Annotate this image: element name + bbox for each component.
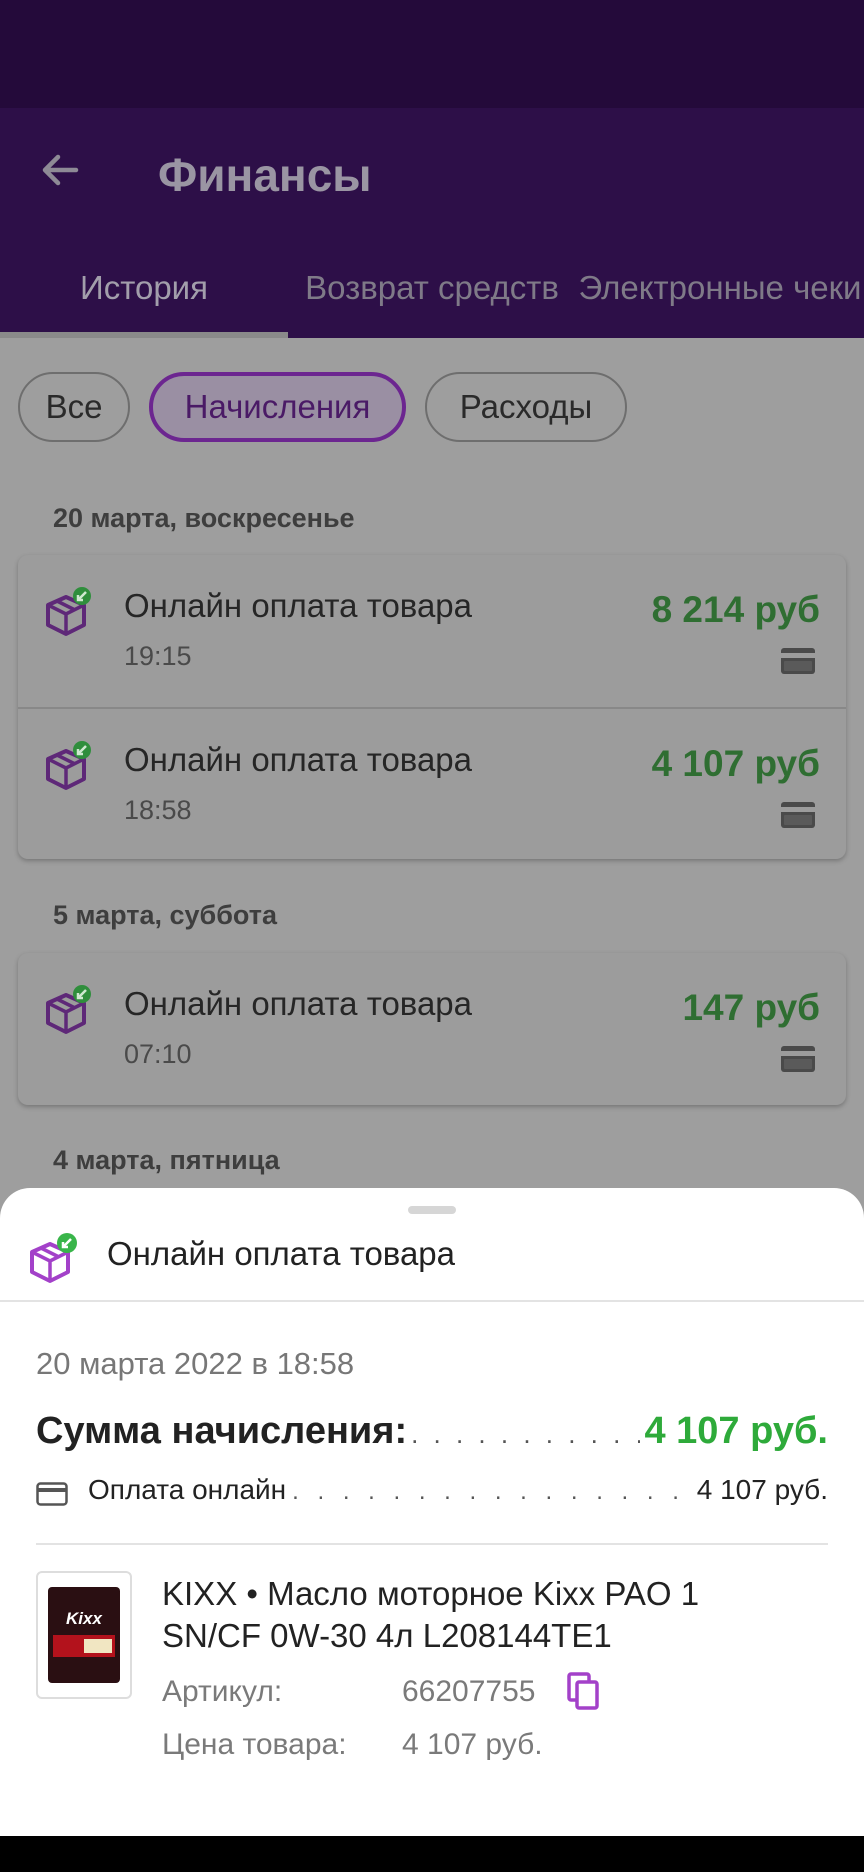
transaction-amount: 147 руб bbox=[682, 987, 820, 1028]
divider bbox=[36, 1543, 828, 1545]
sum-row: Сумма начисления: . . . . . . . . . . . … bbox=[36, 1410, 828, 1460]
oil-can-image: Kixx bbox=[48, 1587, 120, 1683]
payment-row: Оплата онлайн . . . . . . . . . . . . . … bbox=[36, 1474, 828, 1514]
sheet-title: Онлайн оплата товара bbox=[107, 1235, 456, 1272]
system-nav-bar bbox=[0, 1836, 864, 1872]
app-screen: Финансы История Возврат средств Электрон… bbox=[0, 0, 864, 1872]
date-header: 20 марта, воскресенье bbox=[53, 503, 355, 533]
page-title: Финансы bbox=[158, 149, 372, 201]
transaction-detail-sheet: Онлайн оплата товара 20 марта 2022 в 18:… bbox=[0, 1188, 864, 1836]
credit-card-icon bbox=[36, 1482, 68, 1506]
transaction-row[interactable]: Онлайн оплата товара 18:58 4 107 руб bbox=[18, 707, 846, 859]
tab-receipts[interactable]: Электронные чеки bbox=[576, 238, 864, 338]
transaction-amount: 8 214 руб bbox=[651, 589, 820, 630]
tab-bar: История Возврат средств Электронные чеки bbox=[0, 238, 864, 338]
date-header: 5 марта, суббота bbox=[53, 900, 277, 930]
tab-indicator bbox=[0, 332, 288, 338]
copy-icon[interactable] bbox=[566, 1672, 600, 1710]
app-bar: Финансы История Возврат средств Электрон… bbox=[0, 108, 864, 338]
credit-card-icon bbox=[781, 648, 815, 674]
arrow-left-icon bbox=[42, 154, 79, 186]
sum-value: 4 107 руб. bbox=[644, 1410, 828, 1452]
product-title: KIXX • Масло моторное Kixx PAO 1 SN/CF 0… bbox=[162, 1575, 700, 1654]
transaction-title: Онлайн оплата товара bbox=[124, 741, 473, 778]
article-value: 66207755 bbox=[402, 1675, 536, 1708]
product-image[interactable]: Kixx bbox=[36, 1571, 132, 1699]
package-incoming-icon bbox=[46, 587, 91, 636]
article-label: Артикул: bbox=[162, 1675, 283, 1708]
divider bbox=[0, 1300, 864, 1302]
payment-label: Оплата онлайн bbox=[88, 1474, 287, 1505]
payment-value: 4 107 руб. bbox=[696, 1474, 828, 1505]
status-bar bbox=[0, 0, 864, 108]
pack-label bbox=[84, 1639, 112, 1653]
chip-credits[interactable]: Начисления bbox=[149, 372, 406, 442]
transactions-card: Онлайн оплата товара 19:15 8 214 руб Онл… bbox=[18, 555, 846, 859]
date-header: 4 марта, пятница bbox=[53, 1145, 280, 1175]
sheet-drag-handle[interactable] bbox=[408, 1206, 456, 1214]
sum-label: Сумма начисления: bbox=[36, 1410, 408, 1452]
dot-leader: . . . . . . . . . . . . . . . . . . . . … bbox=[411, 1419, 640, 1449]
tab-refunds[interactable]: Возврат средств bbox=[288, 238, 576, 338]
transaction-title: Онлайн оплата товара bbox=[124, 985, 473, 1022]
pack-brand: Kixx bbox=[66, 1609, 102, 1628]
back-button[interactable] bbox=[36, 146, 84, 194]
chip-expenses[interactable]: Расходы bbox=[425, 372, 627, 442]
transaction-row[interactable]: Онлайн оплата товара 07:10 147 руб bbox=[18, 953, 846, 1105]
package-incoming-icon bbox=[46, 985, 91, 1034]
chip-all[interactable]: Все bbox=[18, 372, 130, 442]
transaction-title: Онлайн оплата товара bbox=[124, 587, 473, 624]
transaction-amount: 4 107 руб bbox=[651, 743, 820, 784]
package-incoming-icon bbox=[30, 1233, 77, 1283]
package-incoming-icon bbox=[46, 741, 91, 790]
price-value: 4 107 руб. bbox=[402, 1728, 543, 1761]
transaction-row[interactable]: Онлайн оплата товара 19:15 8 214 руб bbox=[18, 555, 846, 707]
transaction-time: 07:10 bbox=[124, 1039, 192, 1069]
credit-card-icon bbox=[781, 802, 815, 828]
transaction-time: 18:58 bbox=[124, 795, 192, 825]
tab-history[interactable]: История bbox=[0, 238, 288, 338]
transaction-datetime: 20 марта 2022 в 18:58 bbox=[36, 1346, 355, 1381]
dot-leader: . . . . . . . . . . . . . . . . . . . . … bbox=[292, 1478, 691, 1505]
transactions-card: Онлайн оплата товара 07:10 147 руб bbox=[18, 953, 846, 1105]
credit-card-icon bbox=[781, 1046, 815, 1072]
price-label: Цена товара: bbox=[162, 1728, 347, 1761]
transaction-time: 19:15 bbox=[124, 641, 192, 671]
